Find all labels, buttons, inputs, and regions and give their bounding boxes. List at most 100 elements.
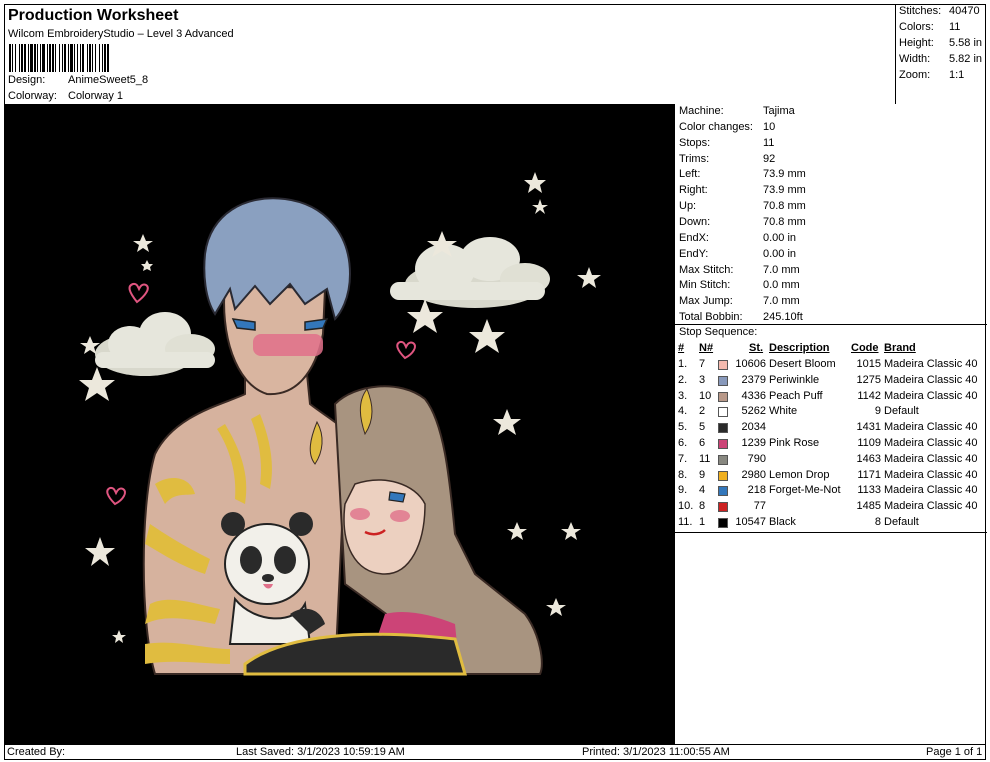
thread-brand: Madeira Classic 40 [884, 468, 978, 481]
color-code: 1431 [856, 421, 881, 434]
barcode-bar [59, 44, 60, 72]
barcode-bar [42, 44, 45, 72]
info-label: Machine: [679, 105, 724, 117]
table-row: 5. 5 2034 1431 Madeira Classic 40 [675, 421, 987, 437]
barcode-bar [95, 44, 96, 72]
info-value: 10 [763, 121, 776, 133]
thread-brand: Madeira Classic 40 [884, 452, 978, 465]
color-code: 9 [874, 405, 881, 418]
color-description: Forget-Me-Not [769, 484, 841, 497]
color-description: Lemon Drop [769, 468, 830, 481]
barcode-bar [82, 44, 84, 72]
needle-number: 10 [699, 389, 712, 402]
star-icon [507, 522, 527, 540]
needle-number: 9 [699, 468, 706, 481]
row-index: 10. [678, 500, 694, 513]
cloud-right [390, 237, 550, 308]
barcode-bar [15, 44, 16, 72]
row-index: 11. [678, 516, 693, 528]
color-description: Desert Bloom [769, 358, 836, 370]
barcode-bar [12, 44, 13, 72]
row-index: 9. [678, 484, 688, 497]
stat-value: 1:1 [949, 69, 965, 81]
info-value: 0.00 in [763, 232, 797, 244]
barcode-bar [77, 44, 78, 72]
design-stats: Stitches: 40470 Colors: 11 Height: 5.58 … [895, 4, 986, 104]
color-swatch [718, 454, 728, 465]
color-description: Pink Rose [769, 437, 820, 449]
page-title: Production Worksheet [8, 7, 179, 24]
colorway-name: Colorway 1 [68, 90, 124, 102]
barcode-bar [30, 44, 33, 72]
star-icon [577, 267, 601, 288]
info-label: Up: [679, 200, 697, 212]
star-icon [469, 319, 505, 353]
stitch-count: 2980 [741, 468, 766, 481]
info-right: Right: 73.9 mm [679, 184, 979, 200]
color-code: 1109 [857, 437, 881, 449]
stop-sequence-title: Stop Sequence: [679, 326, 979, 342]
needle-number: 5 [699, 421, 706, 434]
star-icon [532, 199, 548, 214]
stat-label: Width: [899, 53, 931, 65]
info-value: 70.8 mm [763, 200, 806, 212]
star-icon [85, 537, 115, 566]
stitch-count: 218 [747, 484, 766, 497]
info-endx: EndX: 0.00 in [679, 232, 979, 248]
thread-brand: Madeira Classic 40 [884, 421, 978, 434]
stitch-count: 10547 [735, 516, 766, 528]
stitch-count: 77 [753, 500, 766, 513]
info-label: Min Stitch: [679, 279, 731, 291]
color-swatch [718, 407, 728, 418]
info-label: Down: [679, 216, 711, 228]
barcode-bar [99, 44, 100, 72]
color-code: 1142 [857, 389, 881, 402]
barcode-bar [34, 44, 36, 72]
thread-brand: Madeira Classic 40 [884, 437, 978, 449]
needle-number: 2 [699, 405, 706, 418]
table-row: 9. 4 218 Forget-Me-Not 1133 Madeira Classic 4… [675, 484, 987, 500]
color-swatch [718, 470, 728, 481]
info-label: Color changes: [679, 121, 753, 133]
needle-number: 8 [699, 500, 706, 513]
stitch-count: 2379 [741, 373, 766, 386]
design-label: Design: [8, 74, 46, 86]
barcode-bar [55, 44, 56, 72]
barcode-bar [80, 44, 81, 72]
needle-number: 4 [699, 484, 706, 497]
barcode-bar [40, 44, 41, 72]
color-description: Periwinkle [769, 373, 820, 386]
thread-brand: Madeira Classic 40 [884, 484, 978, 497]
info-label: Max Jump: [679, 295, 733, 307]
barcode-bar [107, 44, 109, 72]
info-value: 7.0 mm [763, 264, 800, 276]
row-index: 4. [678, 405, 688, 418]
color-description: White [769, 405, 798, 418]
info-max-stitch: Max Stitch: 7.0 mm [679, 264, 979, 280]
barcode-bar [37, 44, 38, 72]
barcode-bar [24, 44, 26, 72]
created-by: Created By: [7, 746, 66, 758]
row-index: 2. [678, 373, 688, 386]
star-icon [112, 630, 126, 643]
barcode-bar [64, 44, 66, 72]
star-icon [79, 367, 115, 401]
barcode-bar [89, 44, 91, 72]
page-number: Page 1 of 1 [926, 746, 983, 758]
thread-brand: Madeira Classic 40 [884, 373, 978, 386]
stop-sequence-header: # N# St. Description Code Brand [675, 342, 987, 358]
thread-brand: Default [884, 516, 919, 528]
table-row: 4. 2 5262 White 9 Default [675, 405, 987, 421]
embroidery-design-image [79, 172, 601, 676]
table-row: 7. 11 790 1463 Madeira Classic 40 [675, 453, 987, 469]
worksheet-header: Production Worksheet Wilcom EmbroiderySt… [4, 4, 896, 104]
woman-figure [309, 385, 543, 675]
thread-brand: Madeira Classic 40 [884, 500, 978, 513]
stat-value: 40470 [949, 5, 980, 17]
stat-value: 5.82 in [949, 53, 983, 65]
stat-label: Zoom: [899, 69, 931, 81]
color-code: 1171 [857, 468, 881, 481]
barcode-bar [102, 44, 103, 72]
star-icon [493, 409, 521, 435]
info-machine: Machine: Tajima [679, 105, 979, 121]
